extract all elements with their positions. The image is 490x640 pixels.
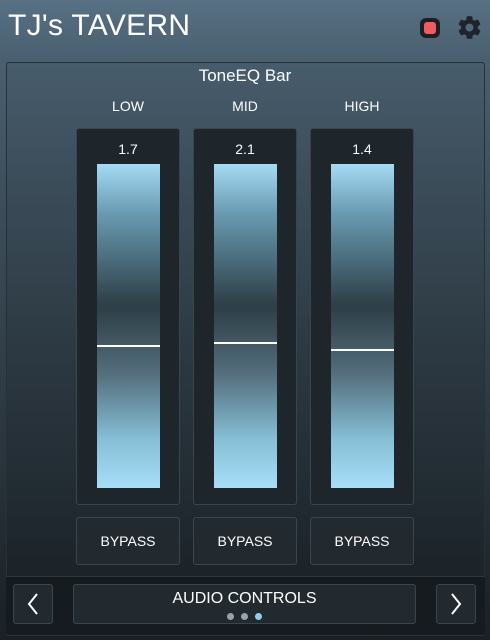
fader-track-low[interactable]: [97, 164, 160, 488]
next-page-button[interactable]: [436, 584, 476, 624]
status-indicator: [420, 18, 440, 38]
band-label-high: HIGH: [344, 98, 380, 114]
fader-value-high: 1.4: [352, 141, 372, 157]
fader-value-mid: 2.1: [235, 141, 255, 157]
settings-button[interactable]: [456, 14, 483, 41]
prev-page-button[interactable]: [13, 584, 53, 624]
fader-track-high[interactable]: [331, 164, 394, 488]
page-selector[interactable]: AUDIO CONTROLS: [73, 584, 416, 624]
page-indicator: [74, 613, 415, 620]
band-label-mid: MID: [232, 98, 258, 114]
page-dot: [255, 613, 262, 620]
fader-handle-mid[interactable]: [214, 342, 277, 344]
fader-handle-high[interactable]: [331, 349, 394, 351]
fader-high[interactable]: 1.4: [310, 128, 414, 505]
page-dot: [227, 613, 234, 620]
fader-low[interactable]: 1.7: [76, 128, 180, 505]
fader-mid[interactable]: 2.1: [193, 128, 297, 505]
fader-handle-low[interactable]: [97, 345, 160, 347]
app-window: TJ's TAVERN ToneEQ Bar LOW 1.7 BYPASS MI…: [0, 0, 490, 640]
bypass-button-high[interactable]: BYPASS: [310, 517, 414, 565]
page-dot: [241, 613, 248, 620]
status-dot-icon: [424, 22, 436, 34]
chevron-left-icon: [27, 593, 38, 615]
bypass-button-mid[interactable]: BYPASS: [193, 517, 297, 565]
app-title: TJ's TAVERN: [8, 9, 191, 42]
band-label-low: LOW: [112, 98, 144, 114]
fader-value-low: 1.7: [118, 141, 138, 157]
fader-track-mid[interactable]: [214, 164, 277, 488]
bypass-button-low[interactable]: BYPASS: [76, 517, 180, 565]
page-name: AUDIO CONTROLS: [172, 590, 317, 607]
panel-title: ToneEQ Bar: [198, 66, 292, 85]
chevron-right-icon: [451, 593, 462, 615]
top-bar: TJ's TAVERN: [0, 0, 490, 58]
gear-icon: [458, 16, 481, 39]
